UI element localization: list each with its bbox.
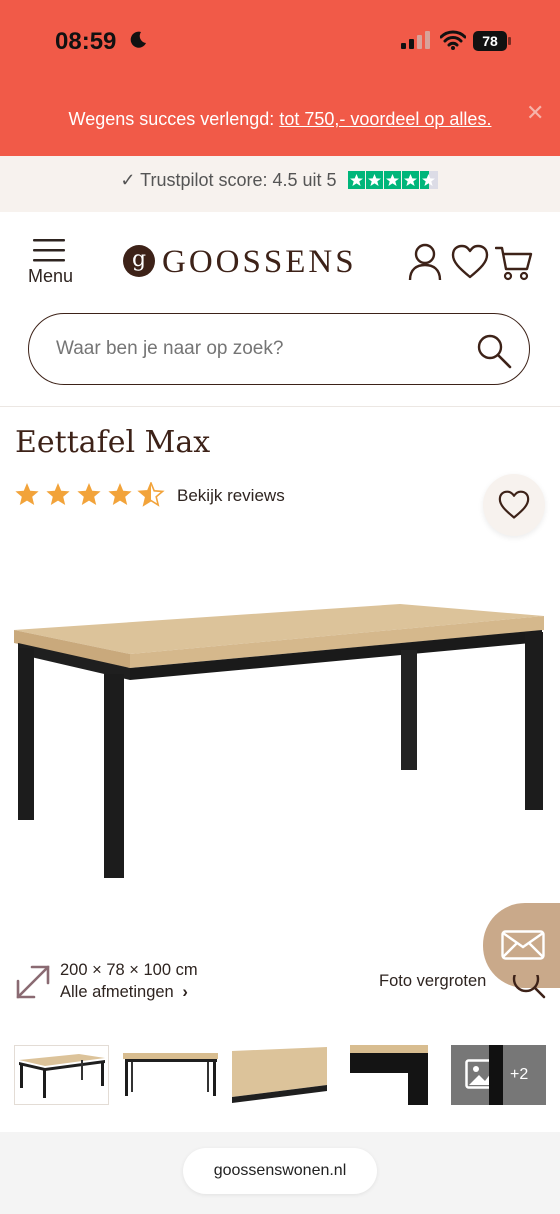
star-icon: [46, 483, 70, 505]
trustpilot-score[interactable]: ✓ Trustpilot score: 4.5 uit 5: [0, 170, 560, 191]
trustpilot-text: ✓ Trustpilot score: 4.5 uit 5: [120, 170, 337, 190]
trustpilot-stars-icon: [347, 171, 438, 189]
wifi-icon: [440, 30, 466, 50]
thumbnail-image: [123, 1053, 218, 1096]
promo-text: Wegens succes verlengd: tot 750,- voorde…: [0, 109, 560, 130]
zoom-icon[interactable]: [508, 975, 546, 1003]
user-icon[interactable]: [408, 243, 442, 281]
chevron-right-icon: ›: [182, 983, 188, 1001]
thumbnail-image: [232, 1047, 327, 1103]
thumbnail-1[interactable]: [14, 1045, 109, 1105]
thumbnail-edge: [489, 1045, 503, 1105]
star-icon: [108, 483, 132, 505]
search-input[interactable]: [56, 338, 456, 360]
rating-stars[interactable]: [15, 482, 165, 508]
clock: 08:59: [55, 28, 117, 55]
thumbnail-image: [350, 1045, 428, 1105]
signal-icon: [401, 31, 430, 49]
half-star-icon: [137, 482, 165, 507]
logo[interactable]: GOOSSENS: [162, 244, 357, 281]
battery-level: 78: [482, 33, 498, 49]
search-icon[interactable]: [476, 333, 512, 369]
address-bar[interactable]: goossenswonen.nl: [183, 1148, 377, 1194]
more-images-thumbnail[interactable]: [451, 1045, 546, 1105]
heart-icon: [498, 490, 530, 519]
star-icon: [15, 483, 39, 505]
menu-label[interactable]: Menu: [28, 266, 73, 287]
product-image[interactable]: [0, 590, 560, 890]
header-divider: [0, 406, 560, 407]
all-dimensions-label: Alle afmetingen: [60, 983, 174, 1001]
thumbnail-2[interactable]: [123, 1045, 218, 1105]
thumbnail-image: [19, 1054, 105, 1098]
all-dimensions-link[interactable]: Alle afmetingen ›: [60, 983, 188, 1002]
thumbnail-4[interactable]: [342, 1045, 437, 1105]
cart-icon[interactable]: [495, 244, 533, 282]
reviews-link[interactable]: Bekijk reviews: [177, 486, 285, 506]
more-images-count: +2: [510, 1066, 529, 1083]
logo-icon[interactable]: g: [123, 245, 155, 277]
hamburger-icon[interactable]: [33, 238, 65, 262]
thumbnail-3[interactable]: [232, 1045, 327, 1105]
promo-link[interactable]: tot 750,- voordeel op alles.: [279, 109, 491, 129]
mail-icon: [501, 930, 545, 960]
close-icon[interactable]: ✕: [526, 100, 544, 126]
heart-icon[interactable]: [451, 244, 489, 280]
battery-icon: 78: [473, 31, 511, 51]
moon-icon: [130, 31, 146, 48]
promo-prefix: Wegens succes verlengd:: [68, 109, 280, 129]
product-title: Eettafel Max: [15, 425, 211, 460]
wishlist-button[interactable]: [483, 474, 545, 536]
star-icon: [77, 483, 101, 505]
product-dimensions: 200 × 78 × 100 cm: [60, 961, 198, 979]
resize-icon: [16, 965, 50, 999]
zoom-label[interactable]: Foto vergroten: [379, 972, 486, 991]
